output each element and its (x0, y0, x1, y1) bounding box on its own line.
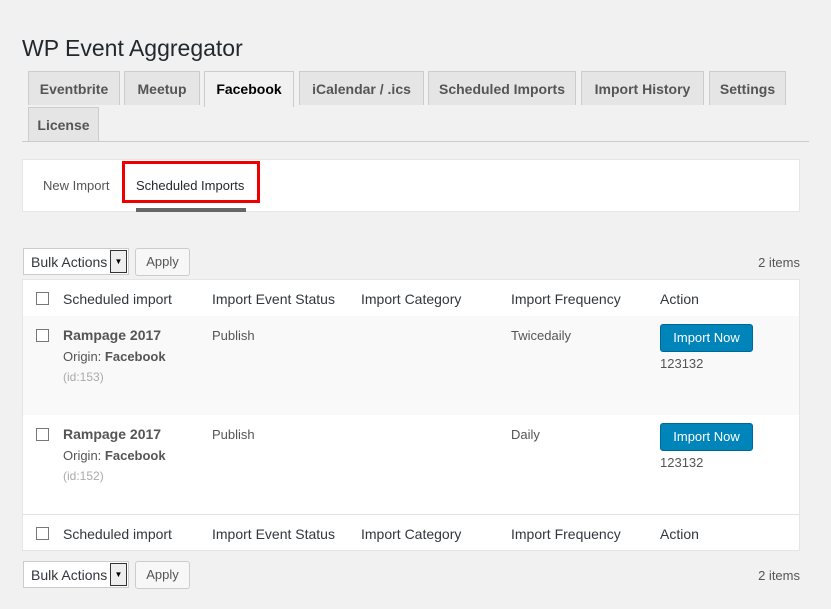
action-meta: 123132 (660, 356, 704, 371)
origin-prefix: Origin: (63, 349, 102, 364)
tab-eventbrite[interactable]: Eventbrite (28, 71, 120, 105)
tab-scheduled-imports[interactable]: Scheduled Imports (428, 71, 576, 105)
row-checkbox[interactable] (36, 428, 49, 441)
tab-icalendar[interactable]: iCalendar / .ics (299, 71, 424, 105)
bulk-actions-label: Bulk Actions (31, 254, 108, 270)
import-status: Publish (212, 328, 255, 343)
bulk-actions-select-top[interactable]: Bulk Actions ▼ (23, 248, 129, 275)
import-now-button[interactable]: Import Now (660, 423, 753, 451)
origin-prefix: Origin: (63, 448, 102, 463)
table-footer: Scheduled import Import Event Status Imp… (23, 514, 799, 551)
import-frequency: Daily (511, 427, 540, 442)
tab-facebook[interactable]: Facebook (204, 71, 294, 107)
action-meta: 123132 (660, 455, 704, 470)
import-title-link[interactable]: Rampage 2017 (63, 426, 166, 442)
items-count-top: 2 items (758, 255, 800, 270)
tab-import-history[interactable]: Import History (581, 71, 704, 105)
column-header: Action (660, 291, 699, 307)
bulk-actions-select-bottom[interactable]: Bulk Actions ▼ (23, 561, 129, 588)
chevron-down-icon: ▼ (110, 250, 127, 273)
column-header: Action (660, 526, 699, 542)
select-all-checkbox[interactable] (36, 527, 49, 540)
apply-button-bottom[interactable]: Apply (135, 561, 190, 589)
import-now-button[interactable]: Import Now (660, 324, 753, 352)
column-header[interactable]: Import Event Status (212, 526, 335, 542)
import-id: (id:152) (63, 469, 104, 483)
import-frequency: Twicedaily (511, 328, 571, 343)
origin-value: Facebook (104, 349, 166, 364)
import-id: (id:153) (63, 370, 104, 384)
subnav-new-import[interactable]: New Import (43, 178, 109, 193)
column-header[interactable]: Scheduled import (63, 291, 172, 307)
import-status: Publish (212, 427, 255, 442)
scheduled-imports-table: Scheduled import Import Event Status Imp… (22, 279, 800, 551)
import-origin: Origin: Facebook (63, 448, 166, 463)
tab-settings[interactable]: Settings (709, 71, 786, 105)
bulk-actions-label: Bulk Actions (31, 567, 108, 583)
column-header[interactable]: Import Category (361, 291, 461, 307)
page-title: WP Event Aggregator (22, 35, 243, 62)
apply-button-top[interactable]: Apply (135, 248, 190, 276)
active-subnav-indicator (136, 208, 246, 212)
column-header[interactable]: Import Frequency (511, 526, 621, 542)
table-header: Scheduled import Import Event Status Imp… (23, 280, 799, 317)
items-count-bottom: 2 items (758, 568, 800, 583)
column-header[interactable]: Import Frequency (511, 291, 621, 307)
origin-value: Facebook (104, 448, 166, 463)
row-checkbox[interactable] (36, 329, 49, 342)
table-row: Rampage 2017 Origin: Facebook (id:152) P… (23, 415, 799, 514)
highlight-annotation (122, 161, 260, 203)
import-title-link[interactable]: Rampage 2017 (63, 327, 166, 343)
column-header[interactable]: Import Event Status (212, 291, 335, 307)
tab-meetup[interactable]: Meetup (124, 71, 200, 105)
chevron-down-icon: ▼ (110, 563, 127, 586)
import-origin: Origin: Facebook (63, 349, 166, 364)
column-header[interactable]: Import Category (361, 526, 461, 542)
table-row: Rampage 2017 Origin: Facebook (id:153) P… (23, 316, 799, 415)
tab-license[interactable]: License (28, 107, 99, 141)
tab-divider (22, 141, 809, 142)
select-all-checkbox[interactable] (36, 292, 49, 305)
column-header[interactable]: Scheduled import (63, 526, 172, 542)
